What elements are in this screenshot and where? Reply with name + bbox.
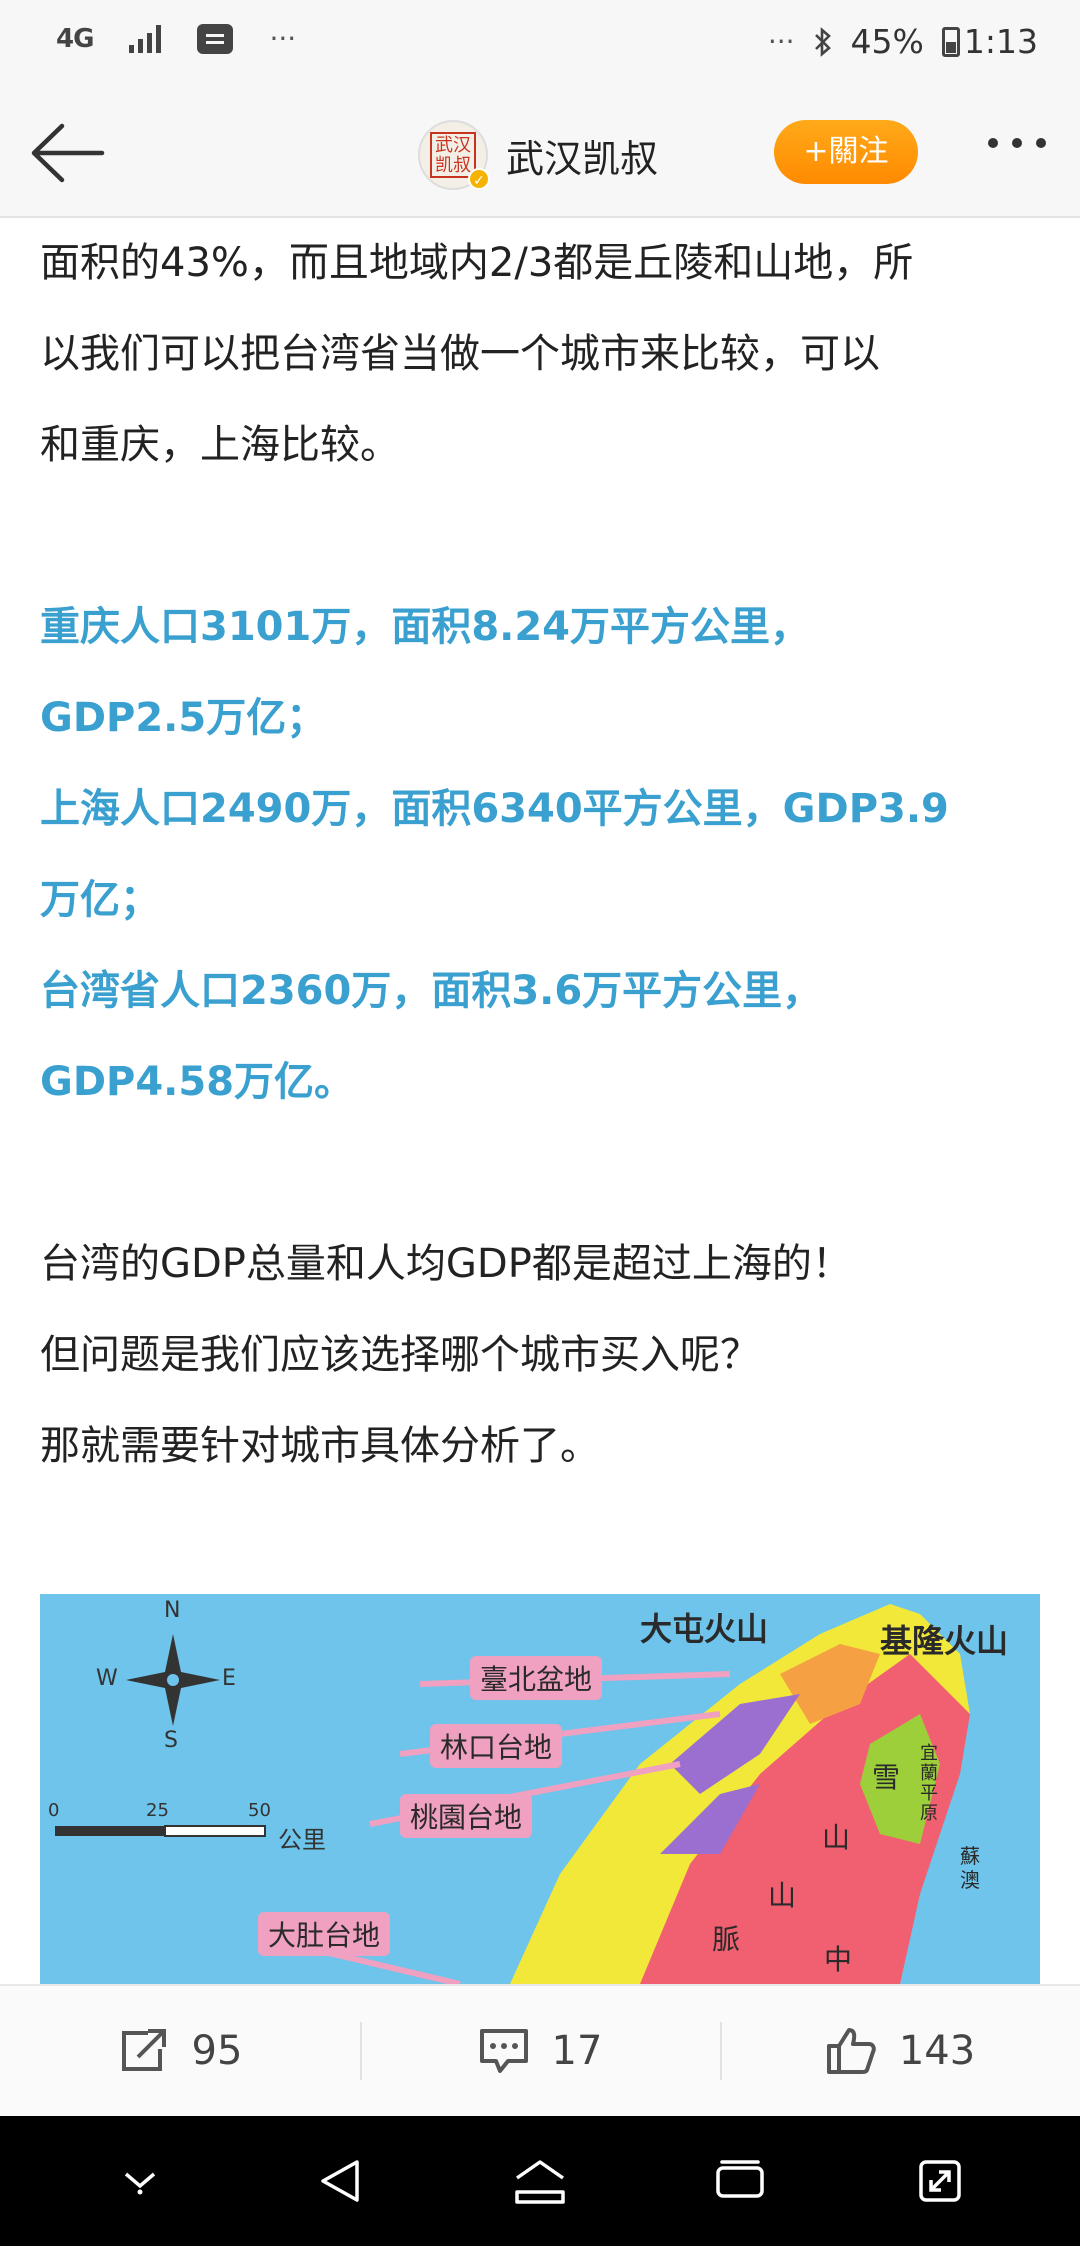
compass-west: W — [96, 1666, 118, 1691]
article-paragraph: 台湾的GDP总量和人均GDP都是超过上海的！ — [40, 1241, 852, 1287]
article-paragraph: 面积的43%，而且地域内2/3都是丘陵和山地，所 — [40, 240, 914, 286]
map-label-shan-2: 山 — [768, 1879, 797, 1912]
highlight-line: 重庆人口3101万，面积8.24万平方公里， — [40, 604, 811, 650]
dot-icon — [1036, 138, 1046, 148]
map-label-yilan: 宜蘭平原 — [920, 1743, 938, 1824]
hide-keyboard-button[interactable] — [110, 2151, 170, 2211]
like-button[interactable]: 143 — [720, 1986, 1080, 2116]
system-navigation-bar — [0, 2116, 1080, 2246]
back-button[interactable] — [28, 118, 108, 188]
more-options-button[interactable] — [988, 138, 1046, 148]
follow-button[interactable]: +關注 — [774, 120, 918, 184]
network-indicator: 4G — [56, 23, 94, 54]
comment-icon — [479, 2029, 528, 2073]
nav-home-button[interactable] — [510, 2151, 570, 2211]
highlight-line: 上海人口2490万，面积6340平方公里，GDP3.9 — [40, 786, 949, 832]
map-label-shan: 山 — [822, 1821, 851, 1854]
expand-arrows-icon — [919, 2160, 961, 2202]
author-avatar[interactable]: 武汉凯叔 ✓ — [418, 120, 490, 190]
status-left: 4G ··· — [56, 22, 296, 55]
like-count: 143 — [898, 2028, 976, 2074]
nav-recents-button[interactable] — [710, 2151, 770, 2211]
highlight-line: GDP2.5万亿； — [40, 695, 327, 741]
nav-expand-button[interactable] — [910, 2151, 970, 2211]
action-bar: 95 17 143 — [0, 1984, 1080, 2116]
article-paragraph: 但问题是我们应该选择哪个城市买入呢？ — [40, 1332, 760, 1378]
nav-back-button[interactable] — [310, 2151, 370, 2211]
map-label-mai: 脈 — [712, 1923, 741, 1956]
bluetooth-icon — [814, 26, 831, 57]
taiwan-terrain-map[interactable]: N S E W 0 25 50 公里 大屯火山 基隆火山 臺北盆地 林口台地 桃… — [40, 1594, 1040, 1984]
clock: 1:13 — [963, 22, 1038, 61]
dot-icon — [988, 138, 998, 148]
map-label-suao: 蘇澳 — [960, 1844, 980, 1892]
author-name[interactable]: 武汉凯叔 — [506, 128, 658, 183]
map-label-taoyuan: 桃園台地 — [400, 1794, 533, 1838]
battery-percent: 45% — [850, 22, 924, 61]
scale-zero: 0 — [48, 1800, 60, 1821]
thumbs-up-icon — [826, 2028, 876, 2074]
triangle-back-icon — [321, 2160, 359, 2202]
share-count: 95 — [191, 2028, 243, 2074]
status-bar: 4G ··· ··· 45% 1:13 — [0, 0, 1080, 90]
highlight-line: 台湾省人口2360万，面积3.6万平方公里， — [40, 968, 823, 1014]
map-label-taipei: 臺北盆地 — [470, 1656, 603, 1700]
message-notification-icon — [197, 23, 234, 54]
signal-icon — [129, 24, 162, 53]
recent-apps-icon — [716, 2160, 764, 2198]
compass-south: S — [164, 1728, 178, 1753]
comment-button[interactable]: 17 — [360, 1986, 720, 2116]
scale-unit: 公里 — [278, 1826, 326, 1854]
comment-count: 17 — [551, 2028, 603, 2074]
highlight-line: 万亿； — [40, 877, 160, 923]
status-right: ··· 45% 1:13 — [768, 22, 1038, 61]
app-header: 武汉凯叔 ✓ 武汉凯叔 +關注 — [0, 90, 1080, 218]
share-button[interactable]: 95 — [0, 1986, 360, 2116]
map-label-zhong: 中 — [824, 1943, 853, 1976]
chevron-down-icon — [124, 2172, 156, 2195]
compass-north: N — [164, 1598, 181, 1623]
scale-max: 50 — [248, 1800, 271, 1821]
article-body: 面积的43%，而且地域内2/3都是丘陵和山地，所 以我们可以把台湾省当做一个城市… — [40, 218, 1040, 1492]
share-icon — [121, 2029, 166, 2071]
article-paragraph: 和重庆，上海比较。 — [40, 422, 400, 468]
map-label-keelung: 基隆火山 — [880, 1622, 1009, 1660]
article-paragraph: 以我们可以把台湾省当做一个城市来比较，可以 — [40, 331, 880, 377]
more-status-icon: ··· — [767, 25, 795, 58]
map-label-datun: 大屯火山 — [640, 1610, 769, 1648]
map-label-xue: 雪 — [872, 1761, 901, 1794]
home-icon — [515, 2160, 565, 2204]
article-paragraph: 那就需要针对城市具体分析了。 — [40, 1423, 600, 1469]
highlight-line: GDP4.58万亿。 — [40, 1059, 355, 1105]
avatar-logo: 武汉凯叔 — [430, 132, 476, 178]
compass-east: E — [222, 1666, 236, 1691]
battery-icon — [941, 26, 960, 57]
map-label-linkou: 林口台地 — [430, 1724, 563, 1768]
back-arrow-icon — [31, 123, 105, 183]
map-label-dadu: 大肚台地 — [258, 1912, 391, 1956]
dot-icon — [1012, 138, 1022, 148]
scale-mid: 25 — [146, 1800, 169, 1821]
verified-badge-icon: ✓ — [468, 168, 490, 190]
more-notifications-icon: ··· — [269, 22, 297, 55]
